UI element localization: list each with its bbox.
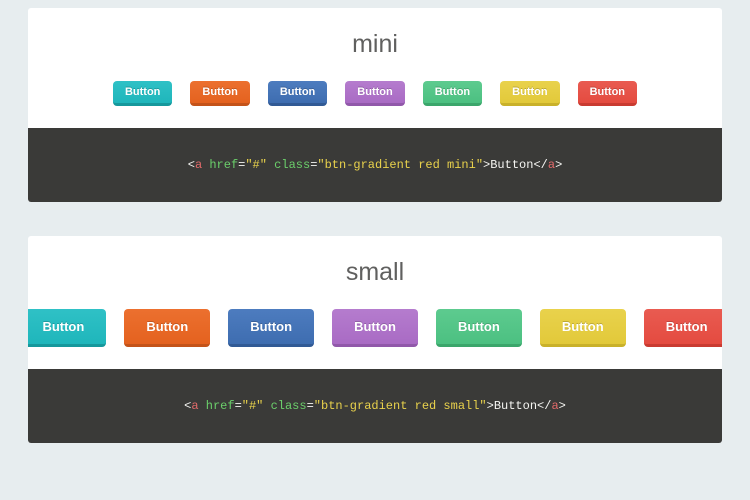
button-purple[interactable]: Button	[332, 309, 418, 347]
code-punct: =	[235, 399, 242, 413]
code-punct: </	[537, 399, 551, 413]
code-attr: href	[209, 158, 238, 172]
button-row: Button Button Button Button Button Butto…	[28, 73, 722, 128]
code-value: "#"	[245, 158, 267, 172]
button-row: Button Button Button Button Button Butto…	[28, 301, 722, 369]
code-value: "btn-gradient red mini"	[317, 158, 483, 172]
button-cyan[interactable]: Button	[28, 309, 106, 347]
button-orange[interactable]: Button	[190, 81, 249, 106]
code-punct: </	[533, 158, 547, 172]
button-blue[interactable]: Button	[228, 309, 314, 347]
code-tag: a	[551, 399, 558, 413]
button-green[interactable]: Button	[436, 309, 522, 347]
button-yellow[interactable]: Button	[500, 81, 559, 106]
section-heading: mini	[28, 8, 722, 73]
code-punct: <	[188, 158, 195, 172]
button-purple[interactable]: Button	[345, 81, 404, 106]
code-tag: a	[195, 158, 202, 172]
code-value: "#"	[242, 399, 264, 413]
section-small: small Button Button Button Button Button…	[28, 236, 722, 443]
section-mini: mini Button Button Button Button Button …	[28, 8, 722, 202]
code-example: <a href="#" class="btn-gradient red smal…	[28, 369, 722, 443]
code-attr: href	[206, 399, 235, 413]
section-heading: small	[28, 236, 722, 301]
code-tag: a	[191, 399, 198, 413]
button-green[interactable]: Button	[423, 81, 482, 106]
button-blue[interactable]: Button	[268, 81, 327, 106]
code-punct: =	[307, 399, 314, 413]
button-orange[interactable]: Button	[124, 309, 210, 347]
code-punct: >	[555, 158, 562, 172]
code-text: Button	[490, 158, 533, 172]
button-red[interactable]: Button	[644, 309, 722, 347]
code-attr: class	[271, 399, 307, 413]
code-punct: >	[559, 399, 566, 413]
code-text: Button	[494, 399, 537, 413]
code-punct: >	[487, 399, 494, 413]
button-cyan[interactable]: Button	[113, 81, 172, 106]
code-tag: a	[548, 158, 555, 172]
code-attr: class	[274, 158, 310, 172]
button-yellow[interactable]: Button	[540, 309, 626, 347]
code-value: "btn-gradient red small"	[314, 399, 487, 413]
button-red[interactable]: Button	[578, 81, 637, 106]
code-example: <a href="#" class="btn-gradient red mini…	[28, 128, 722, 202]
